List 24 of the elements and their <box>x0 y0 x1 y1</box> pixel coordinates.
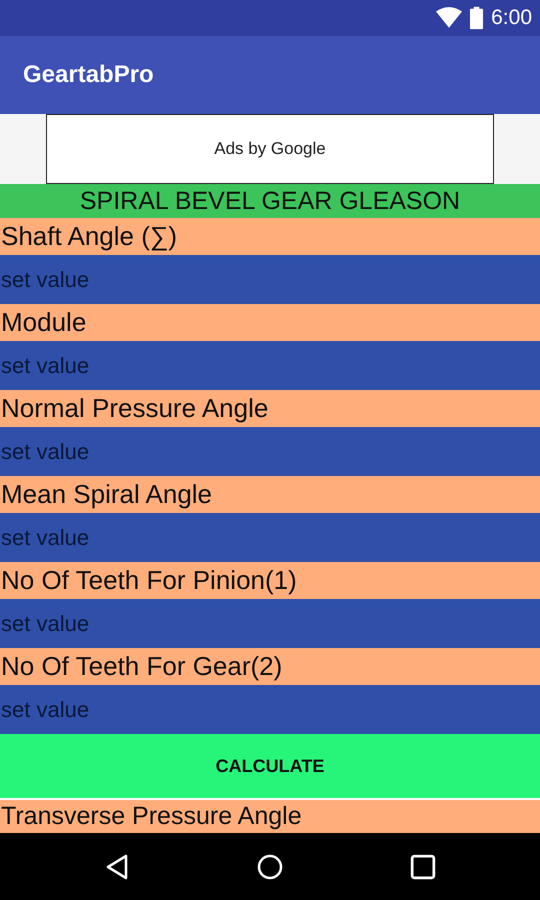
home-icon[interactable] <box>256 854 283 880</box>
calculate-button[interactable]: CALCULATE <box>0 734 540 798</box>
field-label: Module <box>0 304 540 341</box>
wifi-icon <box>436 7 462 29</box>
back-icon[interactable] <box>104 854 130 880</box>
input-field[interactable]: set value <box>0 427 540 476</box>
battery-icon <box>470 6 484 30</box>
ad-label: Ads by Google <box>214 139 326 159</box>
input-field[interactable]: set value <box>0 685 540 734</box>
field-label: No Of Teeth For Pinion(1) <box>0 562 540 599</box>
input-field[interactable]: set value <box>0 255 540 304</box>
section-title: SPIRAL BEVEL GEAR GLEASON <box>0 184 540 218</box>
app-title: GeartabPro <box>23 61 154 89</box>
input-field[interactable]: set value <box>0 513 540 562</box>
recents-icon[interactable] <box>410 854 436 880</box>
input-field[interactable]: set value <box>0 341 540 390</box>
field-label: Normal Pressure Angle <box>0 390 540 427</box>
field-label: Mean Spiral Angle <box>0 476 540 513</box>
field-label: No Of Teeth For Gear(2) <box>0 648 540 685</box>
field-label: Shaft Angle (∑) <box>0 218 540 255</box>
input-field[interactable]: set value <box>0 599 540 648</box>
result-label: Transverse Pressure Angle <box>0 800 540 833</box>
ad-banner[interactable]: Ads by Google <box>46 114 494 184</box>
clock: 6:00 <box>491 6 532 30</box>
